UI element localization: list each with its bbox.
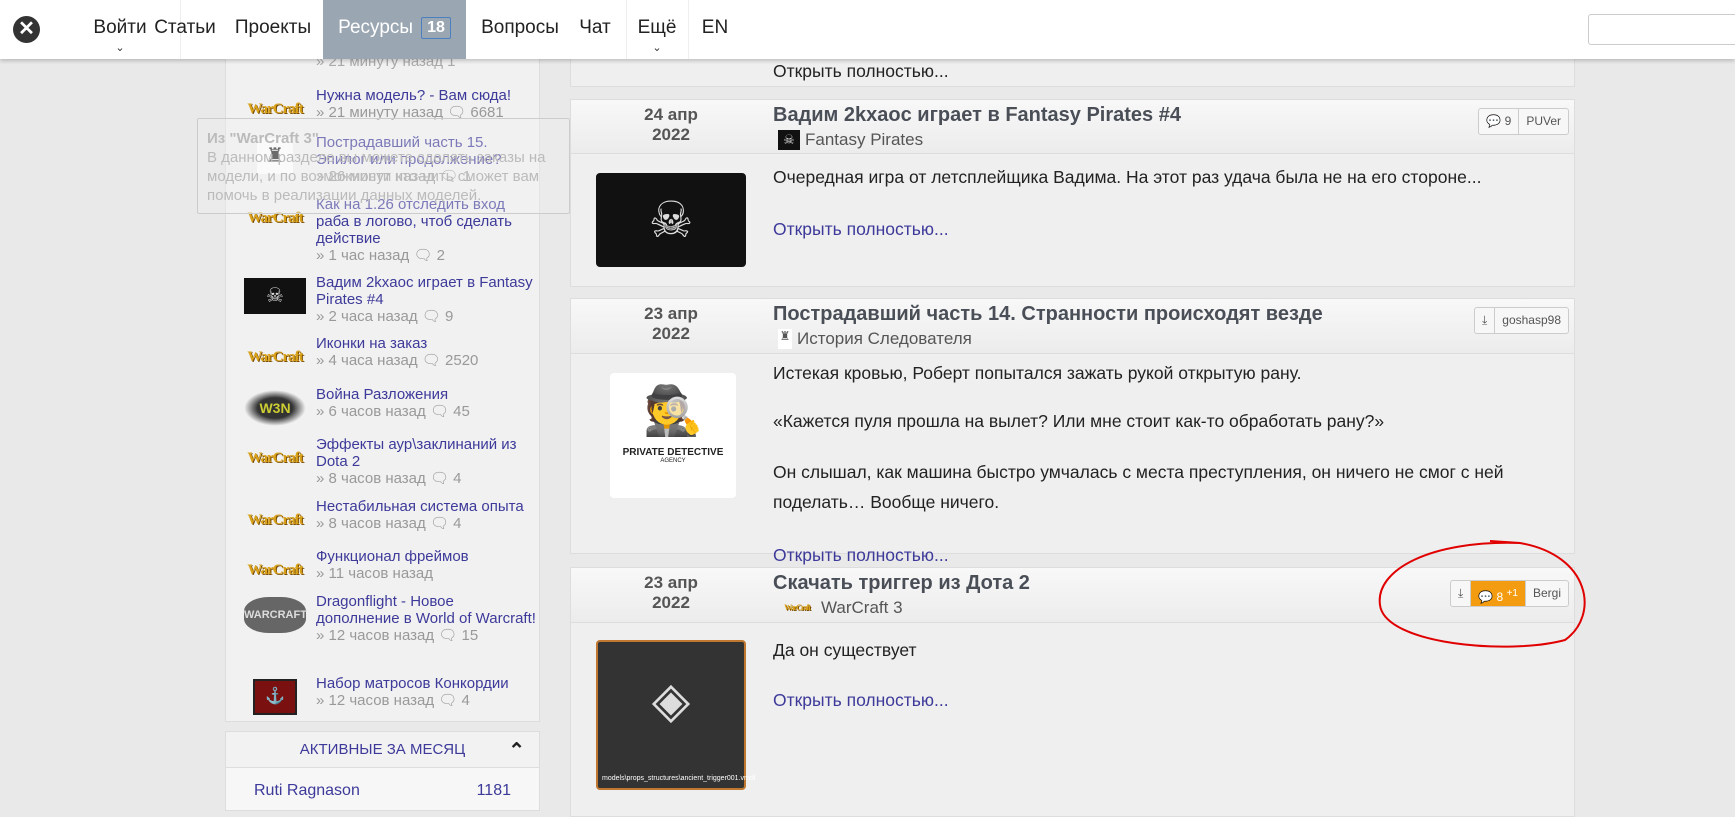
chevron-down-icon: ⌄ [652,42,662,54]
resource-title[interactable]: Dragonflight - Новое дополнение в World … [316,593,536,627]
author-button[interactable]: PUVer [1519,109,1568,134]
resource-title[interactable]: Эффекты аур\заклинаний из Dota 2 [316,436,517,470]
card-title[interactable]: Скачать триггер из Дота 2 [773,572,1030,595]
nav-resources[interactable]: Ресурсы 18 [323,0,466,59]
resource-meta: » 2 часа назад 🗨 9 [316,308,454,325]
resource-meta: » 1 час назад 🗨 2 [316,247,446,264]
tooltip-title: Из "WarCraft 3" [207,130,319,147]
resource-title[interactable]: Нужна модель? - Вам сюда! [316,87,511,104]
card-category[interactable]: WarCraft WarCraft 3 [778,598,902,618]
red-circle-annotation [1378,540,1586,648]
resource-meta: » 6 часов назад 🗨 45 [316,403,470,420]
open-full-link[interactable]: Открыть полностью... [773,215,1553,243]
card-date: 23 апр 2022 [644,573,698,612]
user-name[interactable]: Ruti Ragnason [254,782,360,799]
resource-card: 24 апр 2022 Вадим 2kxaoc играет в Fantasy… [570,99,1575,287]
warcraft-thumbnail: WarCraft [247,450,303,466]
open-full-link[interactable]: Открыть полностью... [773,686,1553,714]
card-text: Очередная игра от летсплейщика Вадима. Н… [773,160,1553,243]
w3n-thumbnail: W3N [244,390,306,426]
detective-image: 🕵 PRIVATE DETECTIVE AGENCY [610,373,736,498]
card-title[interactable]: Пострадавший часть 14. Странности происх… [773,303,1323,326]
nav-more-label: Ещё [637,16,677,38]
nav-chat[interactable]: Чат [570,0,620,59]
card-date: 23 апр 2022 [644,304,698,343]
resource-title[interactable]: Иконки на заказ [316,335,427,352]
warcraft-thumbnail: WarCraft [247,349,303,365]
resource-meta: » 11 часов назад [316,565,433,582]
resource-meta: » 12 часов назад 🗨 15 [316,627,479,644]
card-title[interactable]: Вадим 2kxaoc играет в Fantasy Pirates #4 [773,104,1181,127]
tooltip-text: В данном разделе вы можете сделать заказ… [207,149,546,204]
download-icon[interactable]: ⤓ [1475,308,1496,333]
active-users-panel: АКТИВНЫЕ ЗА МЕСЯЦ ⌃ Ruti Ragnason 1181 [225,731,540,811]
resource-meta: » 12 часов назад 🗨 4 [316,692,470,709]
nav-questions[interactable]: Вопросы [470,0,570,59]
pirate-thumbnail: ☠ [244,278,306,314]
nav-login-label: Войти [93,16,147,38]
active-users-header[interactable]: АКТИВНЫЕ ЗА МЕСЯЦ [226,732,539,768]
nav-resources-label: Ресурсы [338,16,414,38]
resource-title[interactable]: Функционал фреймов [316,548,469,565]
nav-projects[interactable]: Проекты [228,0,318,59]
warcraft-logo-icon: WarCraft [784,603,811,612]
comments-icon: 🗨 [438,627,458,644]
comments-icon: 🗨 [413,247,433,264]
nav-articles[interactable]: Статьи [140,0,230,59]
concordia-thumbnail: ⚓ [253,679,297,715]
card-category[interactable]: ♜ История Следователя [778,329,972,349]
chevron-up-icon[interactable]: ⌃ [508,738,525,763]
resources-count-badge: 18 [421,16,451,39]
resource-meta: » 8 часов назад 🗨 4 [316,470,462,487]
resource-title[interactable]: Набор матросов Конкордии [316,675,509,692]
comments-icon: 🗨 [421,352,441,369]
open-full-link[interactable]: Открыть полностью... [773,57,1553,85]
card-category[interactable]: ☠ Fantasy Pirates [778,130,923,150]
warcraft-thumbnail: WarCraft [247,512,303,528]
resource-title[interactable]: Нестабильная система опыта [316,498,524,515]
nav-more[interactable]: Ещё ⌄ [627,0,687,59]
author-button[interactable]: goshasp98 [1495,308,1568,333]
resource-title[interactable]: Вадим 2kxaoc играет в Fantasy Pirates #4 [316,274,533,308]
comments-icon: 🗨 [429,515,449,532]
comments-icon: 🗨 [429,403,449,420]
detective-icon: ♜ [778,329,792,349]
resource-card: 23 апр 2022 Пострадавший часть 14. Странн… [570,298,1575,565]
category-tooltip: Из "WarCraft 3" В данном разделе вы может… [197,118,570,214]
close-icon[interactable]: ✕ [13,16,40,43]
search-input[interactable] [1588,14,1735,45]
card-date: 24 апр 2022 [644,105,698,144]
pirate-flag-image: ☠ [596,173,746,267]
comments-icon: 🗨 [421,308,441,325]
nav-language[interactable]: EN [690,0,740,59]
chevron-down-icon: ⌄ [115,42,125,54]
trigger-model-image: ◈ models\props_structures\ancient_trigge… [596,640,755,790]
active-user-row[interactable]: Ruti Ragnason 1181 [254,782,511,800]
wow-thumbnail: WARCRAFT [244,597,307,633]
card-actions: ⤓ goshasp98 [1473,307,1569,334]
warcraft-thumbnail: WarCraft [247,562,303,578]
comments-button[interactable]: 💬 9 [1479,109,1520,134]
card-actions: 💬 9 PUVer [1478,108,1569,135]
resource-meta: » 8 часов назад 🗨 4 [316,515,462,532]
top-navbar: ✕ Войти ⌄ Статьи Проекты Ресурсы 18 Вопрос… [0,0,1735,59]
pirate-flag-icon: ☠ [778,130,800,150]
user-count: 1181 [476,782,511,799]
comments-icon: 🗨 [438,692,458,709]
resource-meta: » 4 часа назад 🗨 2520 [316,352,479,369]
comments-icon: 🗨 [429,470,449,487]
resource-title[interactable]: Война Разложения [316,386,448,403]
